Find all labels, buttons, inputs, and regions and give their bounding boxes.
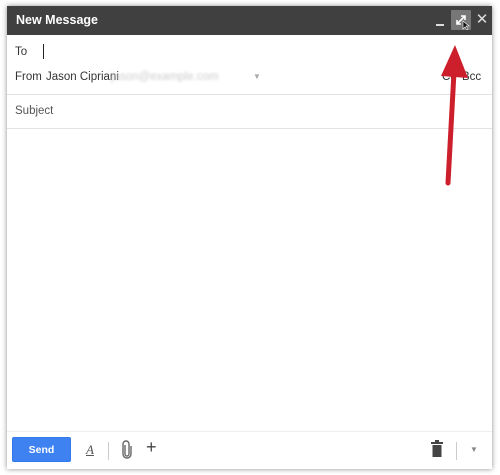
more-options-icon[interactable]: ▼ — [470, 445, 478, 454]
message-body[interactable] — [7, 129, 492, 429]
bcc-link[interactable]: Bcc — [462, 71, 481, 83]
compose-toolbar: Send A + ▼ — [7, 431, 492, 470]
from-row: From Jason Cipriani jason@example.com ▼ … — [7, 64, 492, 90]
compose-window: New Message ✕ To From Jason Cipriani jas… — [7, 6, 492, 469]
to-row: To — [7, 38, 492, 62]
formatting-options-icon[interactable]: A — [86, 442, 94, 458]
compose-title: New Message — [16, 13, 98, 27]
compose-titlebar[interactable]: New Message ✕ — [7, 6, 492, 35]
from-name[interactable]: Jason Cipriani — [46, 71, 119, 83]
from-label: From — [15, 71, 42, 83]
to-label: To — [15, 46, 28, 58]
subject-row — [7, 95, 492, 128]
toolbar-divider — [456, 442, 457, 460]
to-field[interactable] — [43, 44, 426, 59]
attach-file-icon[interactable] — [121, 440, 133, 460]
minimize-icon[interactable] — [430, 10, 450, 30]
close-icon[interactable]: ✕ — [472, 10, 492, 30]
from-dropdown-icon[interactable]: ▼ — [253, 72, 261, 81]
cc-link[interactable]: Cc — [442, 71, 456, 83]
expand-fullscreen-icon[interactable] — [451, 10, 471, 31]
trash-icon[interactable] — [431, 440, 443, 457]
from-email[interactable]: jason@example.com — [111, 71, 219, 83]
insert-more-icon[interactable]: + — [146, 437, 157, 458]
toolbar-divider — [108, 442, 109, 460]
send-button[interactable]: Send — [12, 437, 71, 462]
subject-field[interactable] — [15, 102, 435, 120]
